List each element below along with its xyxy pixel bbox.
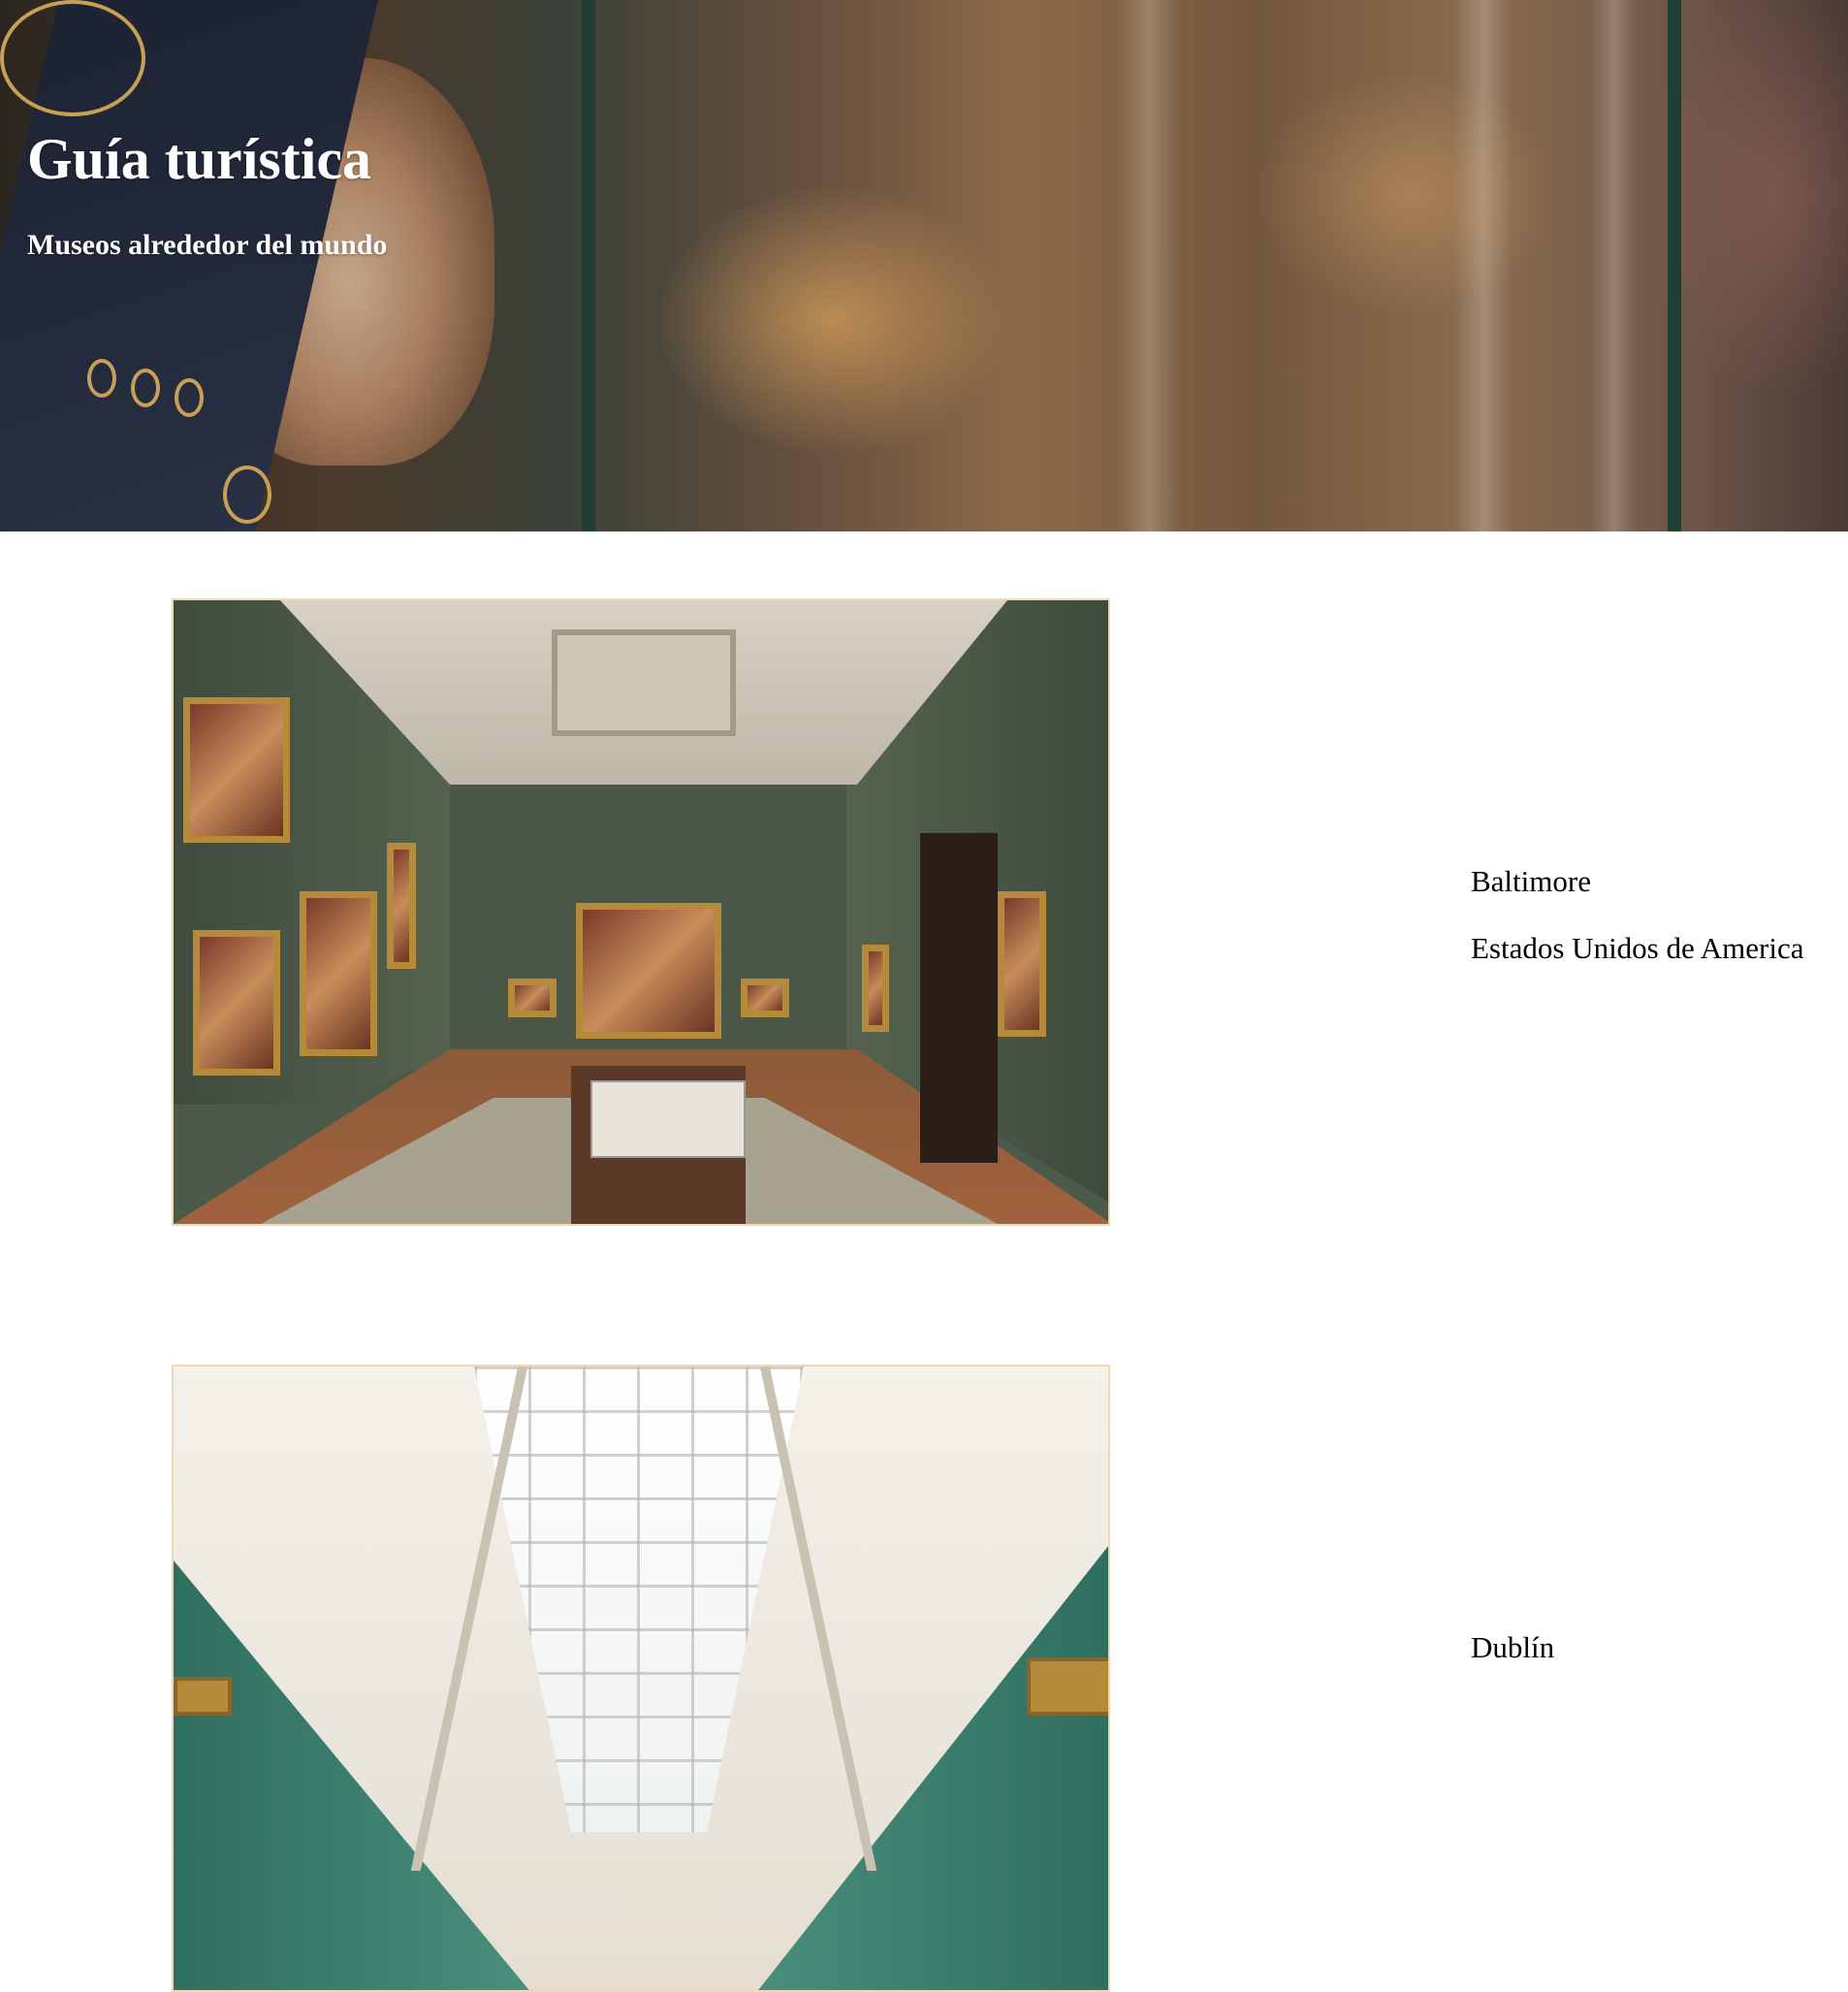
hero-image-glass-reflection	[1115, 0, 1183, 531]
hero-image-frame-bar	[1668, 0, 1681, 531]
hero-image-frame-bar	[582, 0, 595, 531]
page-title: Guía turística	[27, 127, 371, 191]
hero-image-glass-reflection	[1454, 0, 1513, 531]
hero-image-earring	[131, 369, 160, 407]
museum-photo[interactable]	[172, 598, 1110, 1226]
hero-image-necklace	[0, 0, 145, 116]
museum-card: Baltimore Estados Unidos de America	[0, 598, 1848, 1229]
page-subtitle: Museos alrededor del mundo	[27, 229, 388, 261]
museum-country: Estados Unidos de America	[1471, 931, 1804, 965]
museum-city: Baltimore	[1471, 864, 1591, 898]
hero-image-earring	[223, 466, 271, 524]
hero-banner: Guía turística Museos alrededor del mund…	[0, 0, 1848, 531]
museum-photo[interactable]	[172, 1365, 1110, 1992]
museum-city: Dublín	[1471, 1630, 1555, 1664]
hero-image-earring	[87, 359, 116, 398]
hero-image-earring	[175, 378, 204, 417]
hero-image-glass-reflection	[1590, 0, 1639, 531]
museum-card: Dublín	[0, 1365, 1848, 1992]
